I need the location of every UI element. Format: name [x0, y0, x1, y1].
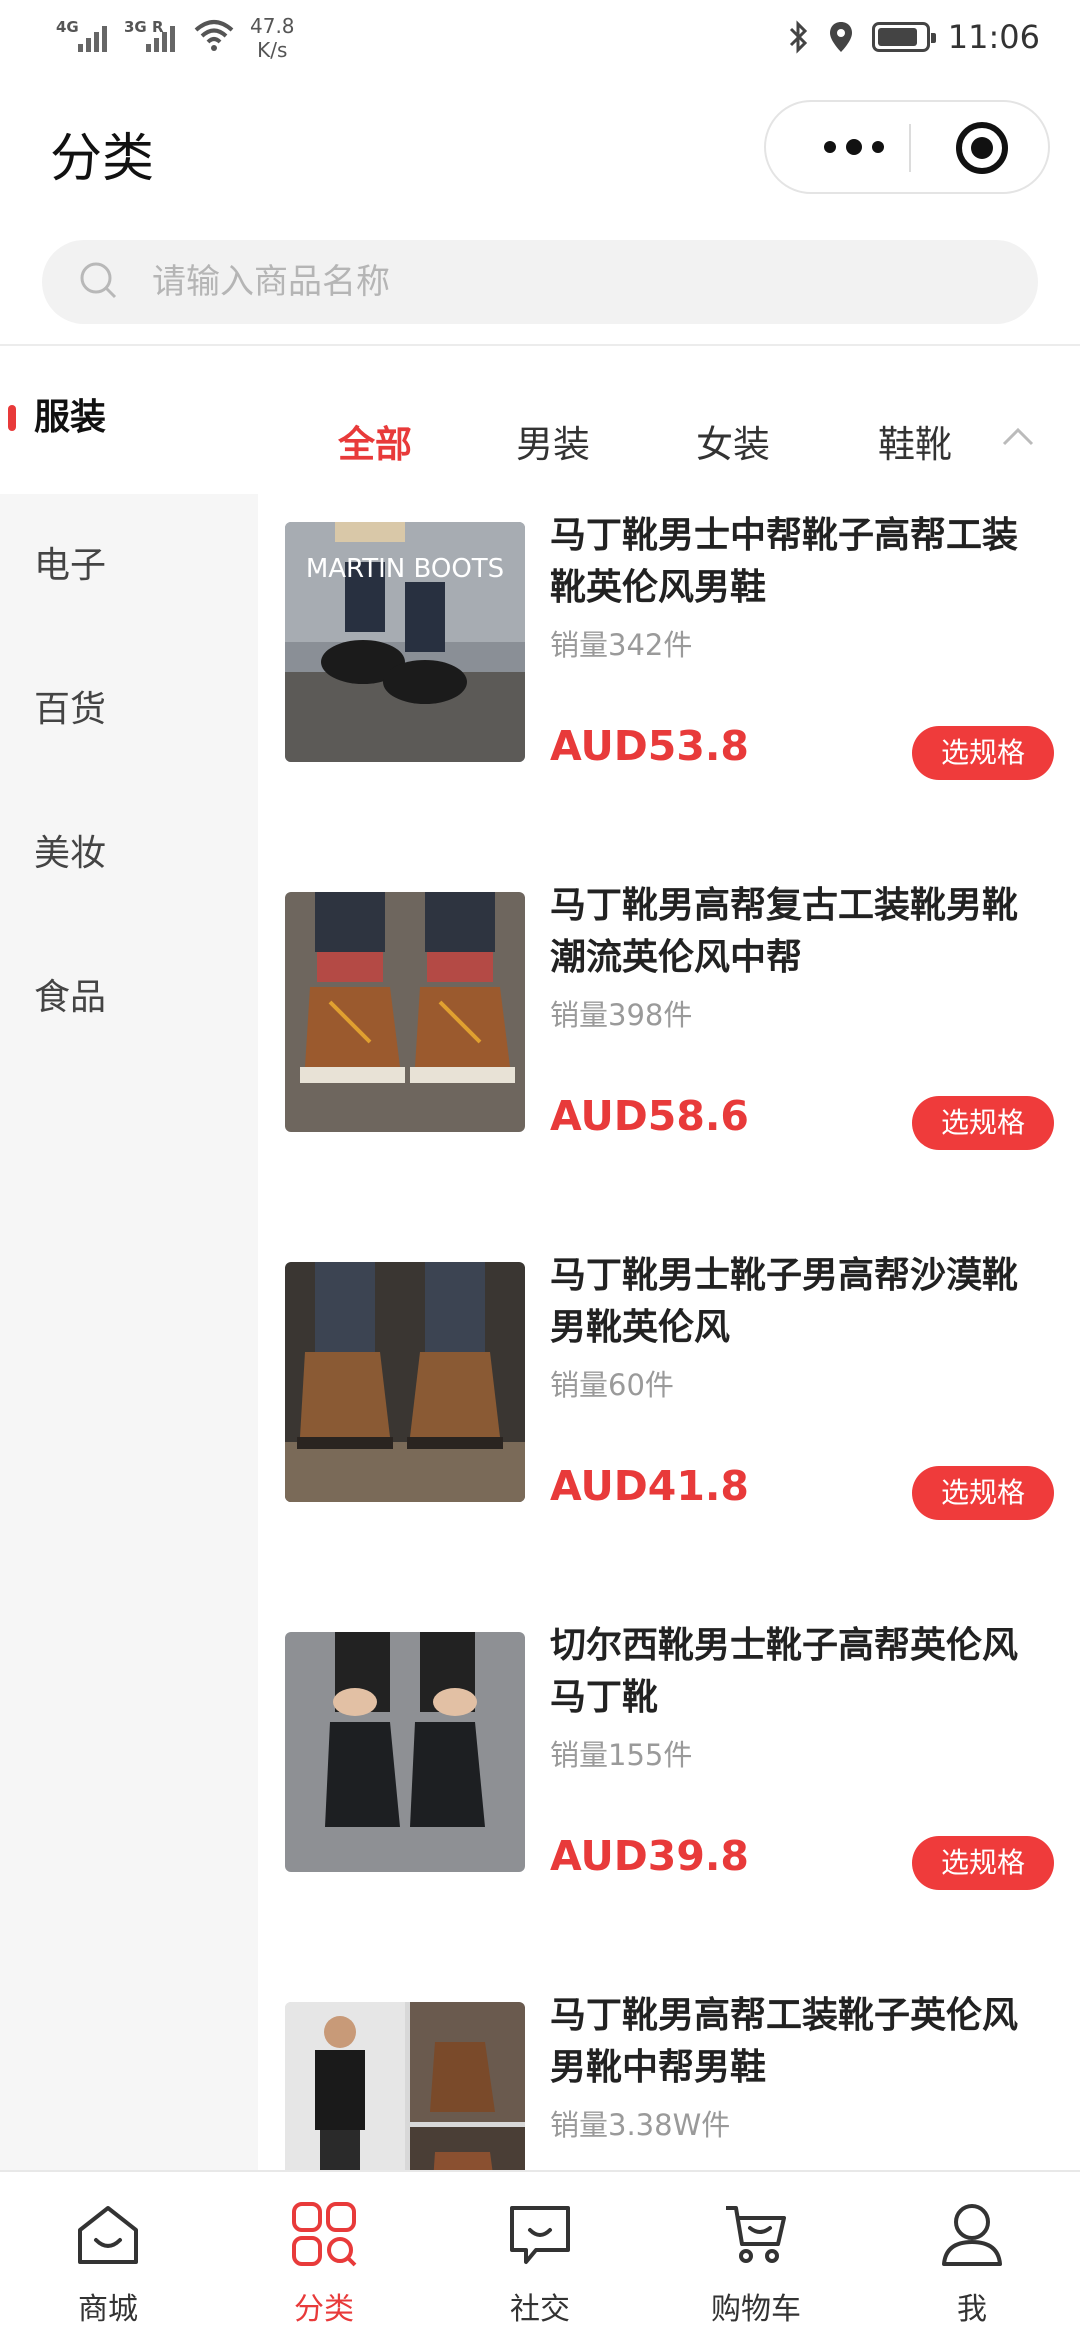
product-name[interactable]: 马丁靴男高帮工装靴子英伦风男靴中帮男鞋 — [550, 1990, 1050, 2094]
product-price: AUD39.8 — [550, 1832, 749, 1880]
tabbar-item-mall[interactable]: 商城 — [0, 2172, 216, 2340]
tabbar-label: 分类 — [294, 2292, 354, 2327]
tab-men[interactable]: 男装 — [516, 414, 590, 468]
status-time: 11:06 — [947, 18, 1040, 56]
product-card[interactable]: 马丁靴男高帮复古工装靴男靴潮流英伦风中帮 销量398件 AUD58.6 选规格 — [258, 870, 1080, 1240]
search-input[interactable] — [152, 240, 1012, 324]
active-indicator — [8, 405, 16, 431]
page-title: 分类 — [50, 129, 155, 189]
product-sales: 销量342件 — [550, 628, 693, 662]
product-price: AUD58.6 — [550, 1092, 749, 1140]
status-bar: 4G 3G R 47.8 K/s 11:06 — [0, 0, 1080, 80]
product-card[interactable]: MARTIN BOOTS 马丁靴男士中帮靴子高帮工装靴英伦风男鞋 销量342件 … — [258, 500, 1080, 870]
category-sidebar: 服装 电子 百货 美妆 食品 — [0, 346, 258, 2170]
location-icon — [829, 22, 852, 52]
sidebar-item-beauty[interactable]: 美妆 — [0, 782, 258, 926]
sidebar-item-label: 食品 — [34, 977, 107, 1018]
product-image[interactable] — [285, 892, 525, 1132]
select-spec-button[interactable]: 选规格 — [912, 1096, 1054, 1150]
sidebar-item-general-goods[interactable]: 百货 — [0, 638, 258, 782]
tab-all[interactable]: 全部 — [338, 414, 412, 468]
sidebar-item-label: 百货 — [34, 689, 107, 730]
product-name[interactable]: 马丁靴男士靴子男高帮沙漠靴男靴英伦风 — [550, 1250, 1050, 1354]
sidebar-item-electronics[interactable]: 电子 — [0, 494, 258, 638]
chevron-up-icon[interactable] — [998, 422, 1038, 452]
signal-icon-2: 3G R — [124, 14, 178, 54]
product-card[interactable]: 马丁靴男高帮工装靴子英伦风男靴中帮男鞋 销量3.38W件 — [258, 1980, 1080, 2170]
search-icon — [80, 262, 117, 299]
sidebar-item-label: 电子 — [34, 545, 107, 586]
product-image[interactable] — [285, 1632, 525, 1872]
network-speed: 47.8 K/s — [250, 14, 295, 62]
bottom-tab-bar: 商城 分类 社交 购物车 我 — [0, 2170, 1080, 2340]
product-card[interactable]: 马丁靴男士靴子男高帮沙漠靴男靴英伦风 销量60件 AUD41.8 选规格 — [258, 1240, 1080, 1610]
home-icon — [78, 2206, 138, 2264]
product-name[interactable]: 马丁靴男士中帮靴子高帮工装靴英伦风男鞋 — [550, 510, 1050, 614]
network-type-label: 4G — [56, 18, 79, 36]
sidebar-item-label: 服装 — [34, 397, 107, 438]
tabbar-label: 社交 — [510, 2292, 570, 2327]
tabbar-label: 商城 — [78, 2292, 138, 2327]
subcategory-tabs: 全部 男装 女装 鞋靴 — [258, 400, 1080, 486]
select-spec-button[interactable]: 选规格 — [912, 726, 1054, 780]
product-sales: 销量60件 — [550, 1368, 674, 1402]
chat-icon — [510, 2206, 570, 2264]
more-icon[interactable] — [806, 102, 902, 192]
product-sales: 销量155件 — [550, 1738, 693, 1772]
category-icon — [292, 2202, 357, 2267]
product-card[interactable]: 切尔西靴男士靴子高帮英伦风马丁靴 销量155件 AUD39.8 选规格 — [258, 1610, 1080, 1980]
tabbar-item-cart[interactable]: 购物车 — [648, 2172, 864, 2340]
tab-shoes[interactable]: 鞋靴 — [878, 414, 952, 468]
product-image[interactable]: MARTIN BOOTS — [285, 522, 525, 762]
product-name[interactable]: 马丁靴男高帮复古工装靴男靴潮流英伦风中帮 — [550, 880, 1050, 984]
product-name[interactable]: 切尔西靴男士靴子高帮英伦风马丁靴 — [550, 1620, 1050, 1724]
tabbar-label: 我 — [957, 2292, 987, 2327]
tabbar-label: 购物车 — [711, 2292, 801, 2327]
select-spec-button[interactable]: 选规格 — [912, 1836, 1054, 1890]
tabbar-item-category[interactable]: 分类 — [216, 2172, 432, 2340]
sidebar-item-food[interactable]: 食品 — [0, 926, 258, 1070]
product-sales: 销量3.38W件 — [550, 2108, 731, 2142]
cart-icon — [726, 2206, 786, 2263]
signal-icon: 4G — [56, 14, 110, 54]
tab-women[interactable]: 女装 — [696, 414, 770, 468]
profile-icon — [942, 2204, 1002, 2266]
sidebar-item-clothing[interactable]: 服装 — [0, 346, 258, 494]
tabbar-item-me[interactable]: 我 — [864, 2172, 1080, 2340]
network-speed-value: 47.8 — [250, 14, 295, 38]
search-bar[interactable] — [42, 240, 1038, 324]
sidebar-item-label: 美妆 — [34, 833, 107, 874]
product-list: MARTIN BOOTS 马丁靴男士中帮靴子高帮工装靴英伦风男鞋 销量342件 … — [258, 500, 1080, 2170]
product-sales: 销量398件 — [550, 998, 693, 1032]
network-speed-unit: K/s — [257, 38, 288, 62]
tabbar-item-social[interactable]: 社交 — [432, 2172, 648, 2340]
product-price: AUD53.8 — [550, 722, 749, 770]
product-price: AUD41.8 — [550, 1462, 749, 1510]
product-image[interactable] — [285, 1262, 525, 1502]
product-image[interactable] — [285, 2002, 525, 2170]
select-spec-button[interactable]: 选规格 — [912, 1466, 1054, 1520]
close-target-icon[interactable] — [956, 122, 1008, 174]
wifi-icon — [194, 20, 234, 51]
product-image-text: MARTIN BOOTS — [306, 554, 504, 584]
capsule-divider — [909, 124, 911, 172]
mini-program-capsule — [764, 100, 1050, 194]
battery-icon — [871, 22, 936, 52]
bluetooth-icon — [789, 20, 807, 54]
header: 分类 — [0, 90, 1080, 210]
